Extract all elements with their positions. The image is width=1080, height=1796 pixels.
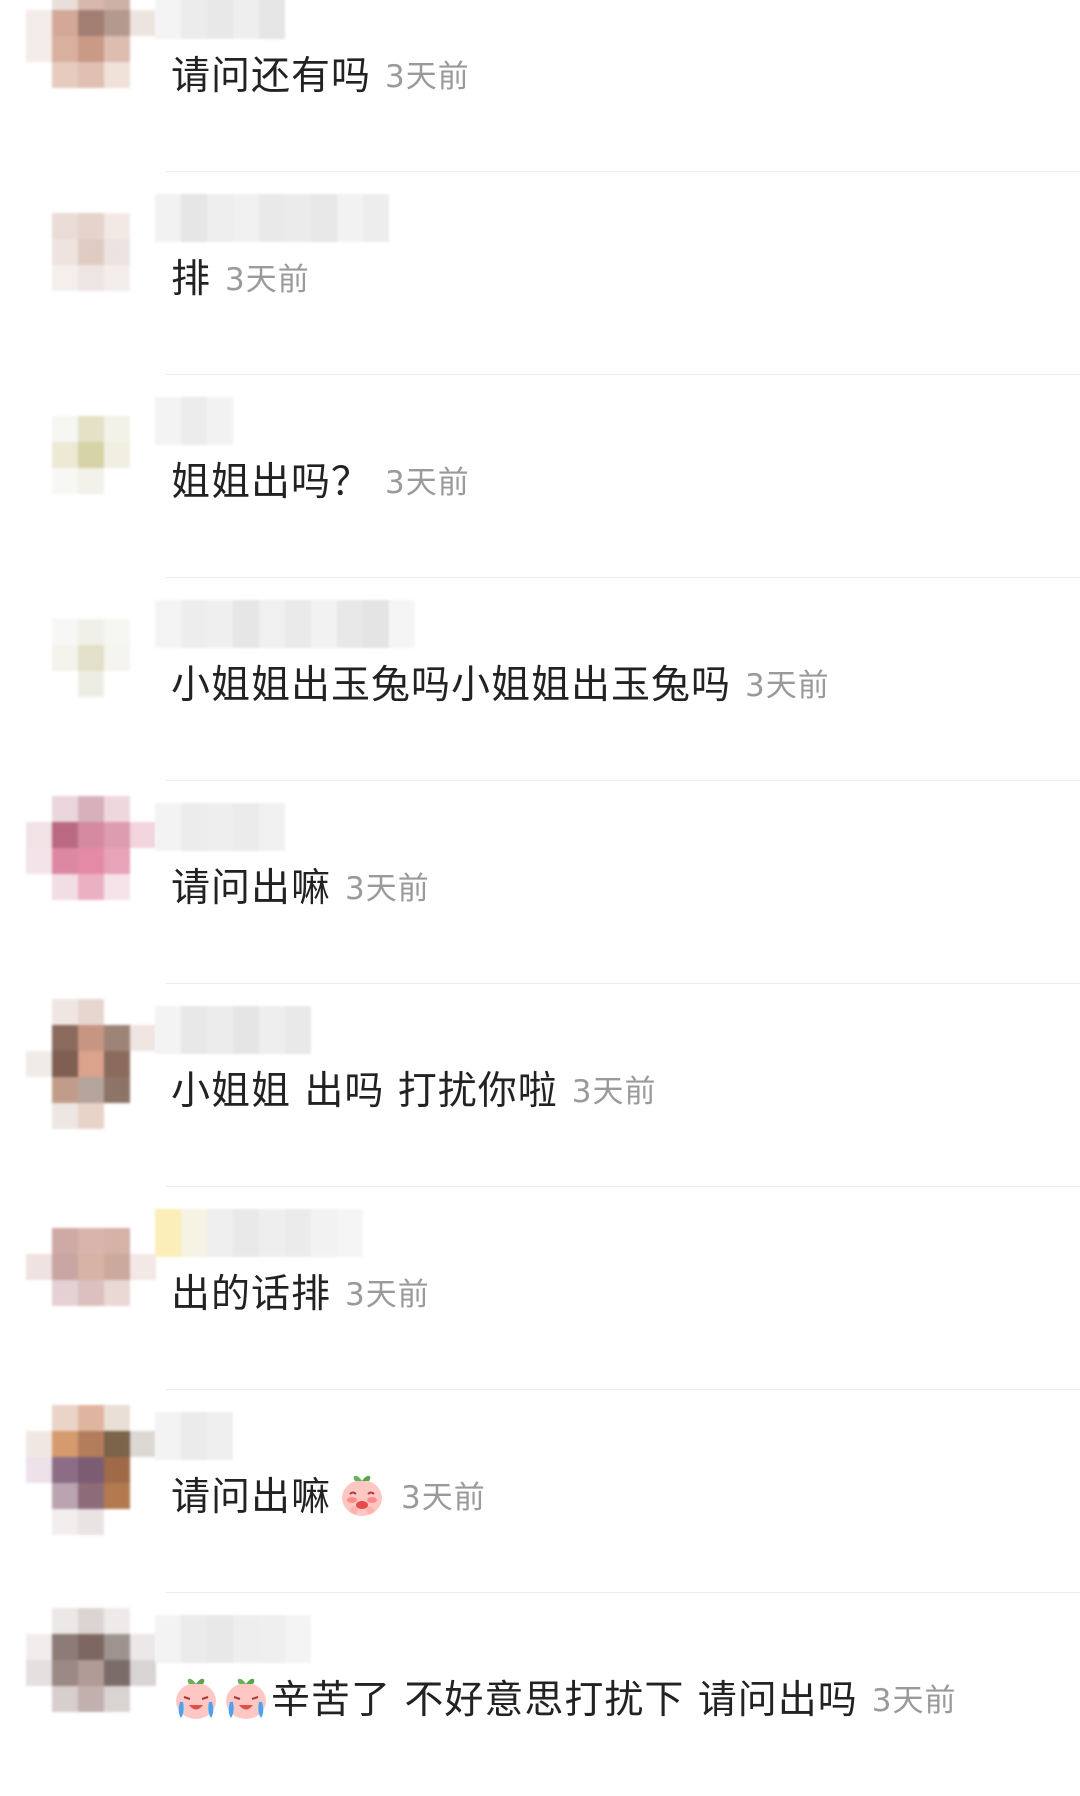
comment-body[interactable]: 小姐姐 出吗 打扰你啦 3天前 — [171, 1060, 657, 1116]
username-blurred — [155, 397, 233, 445]
comment-item[interactable]: 小姐姐 出吗 打扰你啦 3天前 — [0, 984, 1080, 1187]
comment-text: 排 — [171, 257, 212, 302]
comment-body[interactable]: 请问出嘛 3天前 — [171, 1466, 486, 1522]
comment-item[interactable]: 请问出嘛 3天前 — [0, 781, 1080, 984]
comment-time: 3天前 — [225, 261, 310, 298]
username-blurred — [155, 803, 285, 851]
comment-item[interactable]: 姐姐出吗？ 3天前 — [0, 375, 1080, 578]
comment-time: 3天前 — [571, 1073, 657, 1110]
comment-body[interactable]: 出的话排 3天前 — [171, 1263, 430, 1319]
comment-item[interactable]: 出的话排 3天前 — [0, 1187, 1080, 1390]
comment-time: 3天前 — [345, 1276, 430, 1313]
comment-item[interactable]: 请问出嘛 3天前 — [0, 1390, 1080, 1593]
avatar[interactable] — [26, 593, 156, 723]
comment-text: 姐姐出吗？ — [171, 460, 372, 505]
avatar[interactable] — [26, 390, 156, 520]
comment-text: 请问出嘛 — [171, 1475, 332, 1520]
username-blurred — [155, 1412, 233, 1460]
comment-body[interactable]: 请问出嘛 3天前 — [171, 857, 430, 913]
username-blurred — [155, 1615, 311, 1663]
username-blurred — [155, 1209, 363, 1257]
avatar[interactable] — [26, 1202, 156, 1332]
username-blurred — [155, 1006, 311, 1054]
avatar[interactable] — [26, 999, 156, 1129]
comment-text: 小姐姐 出吗 打扰你啦 — [171, 1069, 558, 1114]
comment-text: 小姐姐出玉兔吗小姐姐出玉兔吗 — [171, 663, 732, 708]
comment-body[interactable]: 排 3天前 — [171, 248, 310, 304]
comment-text: 出的话排 — [171, 1272, 332, 1317]
crying-peach-emoji-icon — [171, 1672, 221, 1722]
username-blurred — [155, 0, 285, 39]
comment-list: 请问还有吗 3天前 排 3天前 姐姐出吗？ 3天前 小姐姐出玉兔吗小姐姐出玉兔吗… — [0, 0, 1080, 1790]
comment-body[interactable]: 请问还有吗 3天前 — [171, 45, 470, 101]
comment-time: 3天前 — [385, 464, 470, 501]
comment-time: 3天前 — [345, 870, 430, 907]
comment-text: 请问还有吗 — [171, 54, 372, 99]
comment-body[interactable]: 姐姐出吗？ 3天前 — [171, 451, 470, 507]
avatar[interactable] — [26, 796, 156, 926]
comment-time: 3天前 — [871, 1682, 957, 1719]
comment-item[interactable]: 请问还有吗 3天前 — [0, 0, 1080, 172]
username-blurred — [155, 194, 389, 242]
avatar[interactable] — [26, 1405, 156, 1535]
avatar[interactable] — [26, 187, 156, 317]
comment-item[interactable]: 小姐姐出玉兔吗小姐姐出玉兔吗 3天前 — [0, 578, 1080, 781]
comment-body[interactable]: 小姐姐出玉兔吗小姐姐出玉兔吗 3天前 — [171, 654, 830, 710]
username-blurred — [155, 600, 415, 648]
comment-item[interactable]: 排 3天前 — [0, 172, 1080, 375]
comment-time: 3天前 — [385, 58, 470, 95]
shy-peach-emoji-icon — [337, 1469, 387, 1519]
comment-body[interactable]: 辛苦了 不好意思打扰下 请问出吗 3天前 — [171, 1669, 957, 1725]
comment-time: 3天前 — [745, 667, 830, 704]
comment-time: 3天前 — [401, 1479, 486, 1516]
avatar[interactable] — [26, 0, 156, 114]
crying-peach-emoji-icon — [221, 1672, 271, 1722]
comment-text: 辛苦了 不好意思打扰下 请问出吗 — [271, 1678, 858, 1723]
comment-item[interactable]: 辛苦了 不好意思打扰下 请问出吗 3天前 — [0, 1593, 1080, 1796]
comment-text: 请问出嘛 — [171, 866, 332, 911]
avatar[interactable] — [26, 1608, 156, 1738]
